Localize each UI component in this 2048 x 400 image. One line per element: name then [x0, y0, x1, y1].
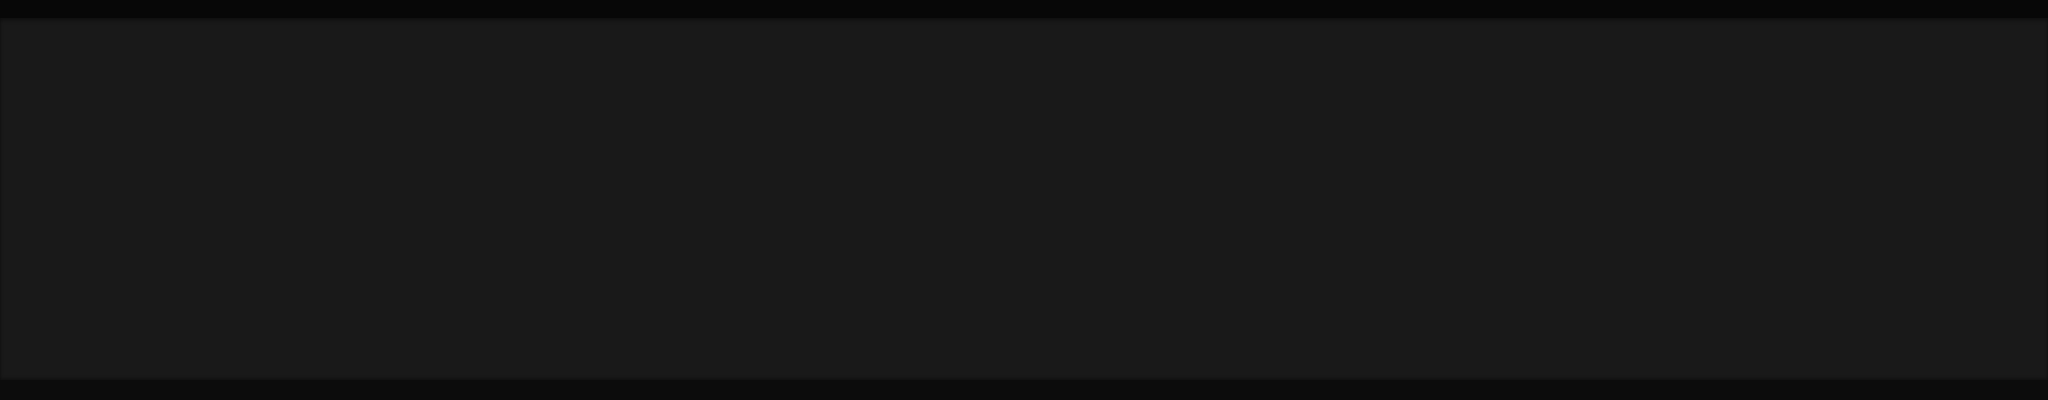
main-content-panel [0, 18, 2048, 380]
top-bar [0, 0, 2048, 18]
app-window [0, 0, 2048, 400]
bottom-bar [0, 380, 2048, 400]
